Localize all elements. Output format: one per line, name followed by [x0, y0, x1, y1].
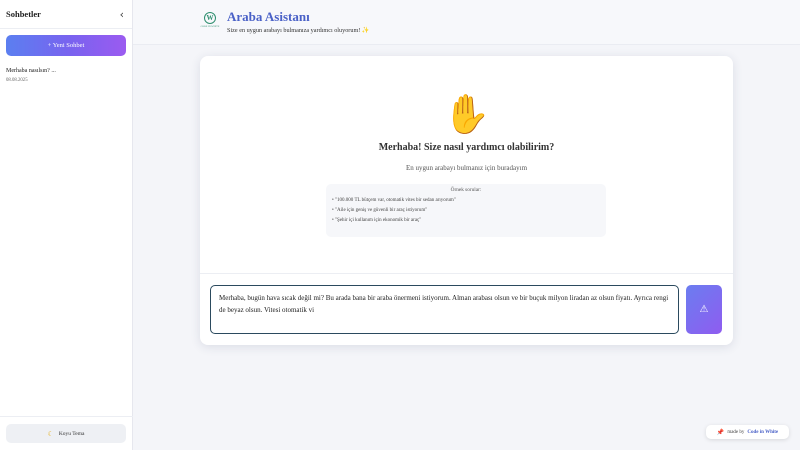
sidebar-footer: ☾ Koyu Tema [0, 416, 133, 450]
example-item[interactable]: "Şehir içi kullanım için ekonomik bir ar… [332, 216, 600, 226]
moon-icon: ☾ [47, 429, 54, 438]
chevron-left-icon[interactable]: ‹ [120, 9, 124, 20]
new-chat-button[interactable]: + Yeni Sohbet [6, 35, 126, 56]
welcome-subtitle: En uygun arabayı bulmanız için buradayım [405, 164, 528, 172]
made-by-badge[interactable]: 📌 made by Code in White [706, 425, 789, 439]
send-icon: ⚠ [699, 304, 709, 315]
app-subtitle: Size en uygun arabayı bulmanıza yardımcı… [227, 27, 370, 34]
theme-button-label: Koyu Tema [58, 430, 85, 437]
app-header: W CODE IN WHITE Araba Asistanı Size en u… [133, 0, 800, 45]
waving-hand-icon: ✋ [443, 92, 491, 136]
sidebar-title: Sohbetler [6, 9, 41, 19]
welcome-title: Merhaba! Size nasıl yardımcı olabilirim? [378, 142, 555, 153]
example-questions: Örnek sorular: "100.000 TL bütçem var, o… [326, 184, 606, 237]
logo-mark: W [204, 12, 216, 24]
sidebar: Sohbetler ‹ + Yeni Sohbet Merhaba nasıls… [0, 0, 133, 450]
example-item[interactable]: "Aile için geniş ve güvenli bir araç ist… [332, 206, 600, 216]
dark-theme-button[interactable]: ☾ Koyu Tema [6, 424, 126, 443]
pin-icon: 📌 [716, 428, 725, 436]
made-by-prefix: made by [727, 429, 745, 435]
message-input[interactable]: Merhaba, bugün hava sıcak değil mi? Bu a… [210, 285, 679, 334]
sidebar-header: Sohbetler ‹ [0, 0, 132, 29]
chat-item-date: 08.08.2025 [6, 78, 28, 83]
example-item[interactable]: "100.000 TL bütçem var, otomatik vites b… [332, 196, 600, 206]
send-button[interactable]: ⚠ [686, 285, 722, 334]
chat-item-title: Merhaba nasılsın? ... [6, 68, 56, 74]
examples-title: Örnek sorular: [450, 187, 482, 193]
chat-list-item[interactable]: Merhaba nasılsın? ... 08.08.2025 [6, 68, 126, 83]
chat-card: ✋ Merhaba! Size nasıl yardımcı olabiliri… [200, 56, 733, 345]
logo-subtext: CODE IN WHITE [200, 25, 220, 28]
examples-list: "100.000 TL bütçem var, otomatik vites b… [332, 196, 600, 226]
made-by-brand: Code in White [747, 429, 779, 435]
welcome-area: ✋ Merhaba! Size nasıl yardımcı olabiliri… [200, 56, 733, 274]
app-title: Araba Asistanı [227, 9, 310, 24]
logo: W CODE IN WHITE [200, 12, 220, 32]
